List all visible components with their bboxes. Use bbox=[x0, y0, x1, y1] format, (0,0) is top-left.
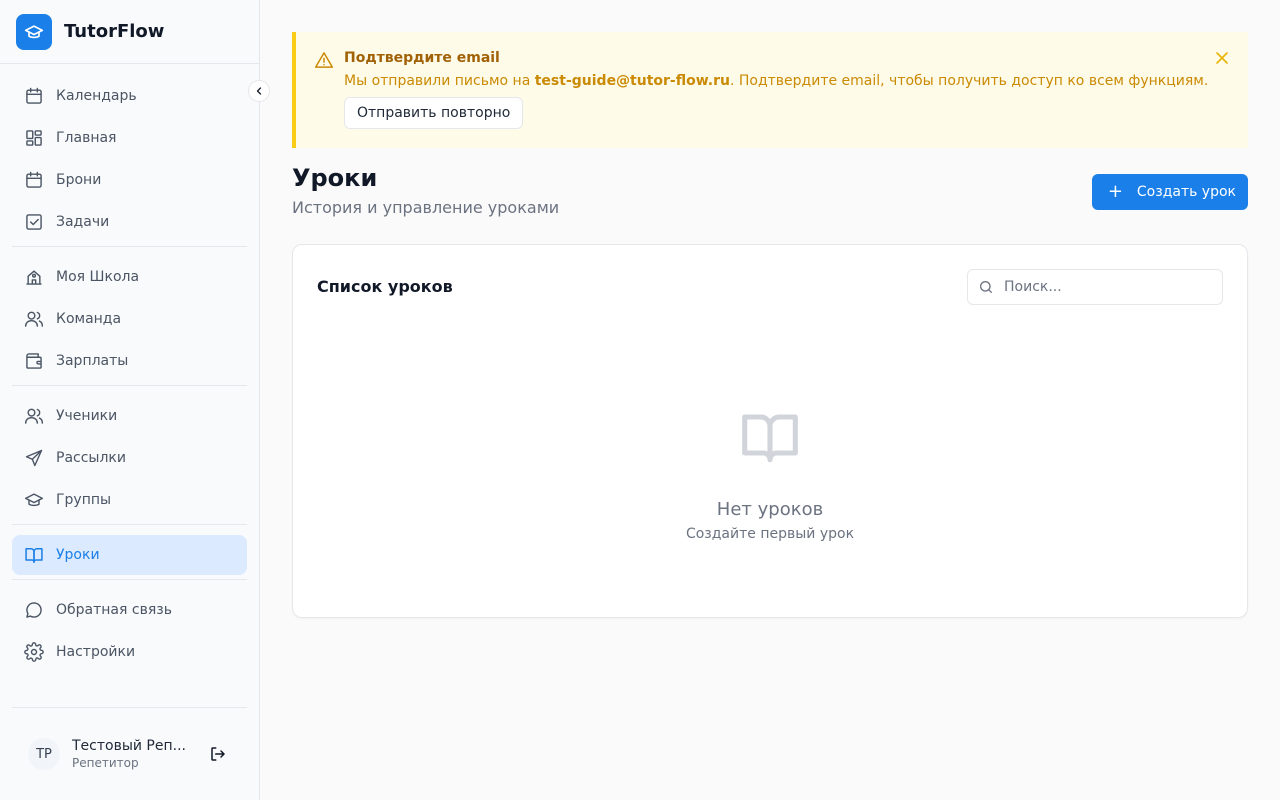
sidebar-item-label: Рассылки bbox=[56, 450, 126, 466]
avatar: ТР bbox=[28, 738, 60, 770]
sidebar-item-home[interactable]: Главная bbox=[12, 118, 247, 158]
sidebar-item-groups[interactable]: Группы bbox=[12, 480, 247, 520]
sidebar-item-label: Брони bbox=[56, 172, 102, 188]
user-name: Тестовый Реп... bbox=[72, 738, 186, 754]
sidebar-item-label: Настройки bbox=[56, 644, 136, 660]
sidebar-item-calendar[interactable]: Календарь bbox=[12, 76, 247, 116]
sidebar-item-feedback[interactable]: Обратная связь bbox=[12, 590, 247, 630]
divider bbox=[12, 246, 247, 247]
warning-icon bbox=[314, 50, 334, 74]
school-icon bbox=[24, 267, 44, 287]
book-open-icon bbox=[24, 545, 44, 565]
banner-text-before: Мы отправили письмо на bbox=[344, 73, 535, 89]
empty-state: Нет уроков Создайте первый урок bbox=[293, 405, 1247, 542]
create-lesson-button[interactable]: + Создать урок bbox=[1091, 174, 1248, 210]
sidebar-item-label: Моя Школа bbox=[56, 269, 140, 285]
search-field[interactable] bbox=[967, 269, 1223, 305]
close-banner-button[interactable] bbox=[1212, 48, 1232, 68]
banner-email: test-guide@tutor-flow.ru bbox=[534, 73, 730, 89]
sidebar-item-tasks[interactable]: Задачи bbox=[12, 202, 247, 242]
sidebar-nav: Календарь Главная Брони Задачи Моя Школа bbox=[0, 64, 259, 672]
book-open-icon bbox=[738, 405, 802, 473]
sidebar-item-label: Команда bbox=[56, 311, 122, 327]
users-icon bbox=[24, 309, 44, 329]
sidebar-item-label: Обратная связь bbox=[56, 602, 172, 618]
sidebar: TutorFlow Календарь Главная Брони Задачи bbox=[0, 0, 270, 800]
search-input[interactable] bbox=[1004, 279, 1204, 295]
banner-text: Мы отправили письмо на test-guide@tutor-… bbox=[344, 73, 1208, 89]
email-verification-banner: Подтвердите email Мы отправили письмо на… bbox=[292, 32, 1248, 148]
user-profile[interactable]: ТР Тестовый Реп... Репетитор bbox=[12, 707, 247, 800]
calendar-icon bbox=[24, 170, 44, 190]
banner-text-after: . Подтвердите email, чтобы получить дост… bbox=[729, 73, 1209, 89]
sidebar-item-label: Задачи bbox=[56, 214, 110, 230]
plus-icon: + bbox=[1107, 181, 1123, 202]
sidebar-item-label: Главная bbox=[56, 130, 117, 146]
user-role: Репетитор bbox=[72, 756, 139, 770]
lessons-card: Список уроков Нет уроков Создайте первый… bbox=[292, 244, 1248, 618]
dashboard-icon bbox=[24, 128, 44, 148]
sidebar-item-label: Календарь bbox=[56, 88, 137, 104]
calendar-icon bbox=[24, 86, 44, 106]
logout-button[interactable] bbox=[208, 744, 228, 764]
divider bbox=[12, 385, 247, 386]
gear-icon bbox=[24, 642, 44, 662]
main-content: Подтвердите email Мы отправили письмо на… bbox=[292, 32, 1248, 618]
sidebar-item-team[interactable]: Команда bbox=[12, 299, 247, 339]
page-header: Уроки История и управление уроками + Соз… bbox=[292, 148, 1248, 244]
sidebar-item-lessons[interactable]: Уроки bbox=[12, 535, 247, 575]
search-icon bbox=[980, 281, 992, 293]
graduation-cap-icon bbox=[24, 490, 44, 510]
resend-email-button[interactable]: Отправить повторно bbox=[344, 97, 524, 129]
user-info: Тестовый Реп... Репетитор bbox=[72, 738, 194, 770]
page-title: Уроки bbox=[292, 164, 378, 192]
sidebar-item-label: Уроки bbox=[56, 547, 100, 563]
lessons-card-title: Список уроков bbox=[317, 277, 453, 296]
create-lesson-label: Создать урок bbox=[1136, 184, 1236, 200]
divider bbox=[12, 524, 247, 525]
sidebar-item-bookings[interactable]: Брони bbox=[12, 160, 247, 200]
empty-state-subtitle: Создайте первый урок bbox=[685, 526, 855, 542]
sidebar-item-salaries[interactable]: Зарплаты bbox=[12, 341, 247, 381]
collapse-sidebar-button[interactable] bbox=[248, 80, 270, 102]
empty-state-title: Нет уроков bbox=[716, 499, 824, 520]
checkbox-icon bbox=[24, 212, 44, 232]
graduation-cap-icon bbox=[16, 13, 52, 50]
divider bbox=[12, 579, 247, 580]
page-subtitle: История и управление уроками bbox=[292, 198, 560, 217]
chevron-left-icon bbox=[256, 87, 262, 95]
wallet-icon bbox=[24, 351, 44, 371]
message-icon bbox=[24, 600, 44, 620]
logout-icon bbox=[211, 747, 225, 761]
sidebar-item-label: Ученики bbox=[56, 408, 118, 424]
brand-name: TutorFlow bbox=[64, 21, 165, 42]
banner-title: Подтвердите email bbox=[344, 50, 500, 66]
send-icon bbox=[24, 448, 44, 468]
sidebar-item-label: Группы bbox=[56, 492, 112, 508]
sidebar-item-mailings[interactable]: Рассылки bbox=[12, 438, 247, 478]
sidebar-item-my-school[interactable]: Моя Школа bbox=[12, 257, 247, 297]
sidebar-item-settings[interactable]: Настройки bbox=[12, 632, 247, 672]
sidebar-item-students[interactable]: Ученики bbox=[12, 396, 247, 436]
users-icon bbox=[24, 406, 44, 426]
brand[interactable]: TutorFlow bbox=[0, 0, 259, 64]
close-icon bbox=[1216, 52, 1228, 64]
sidebar-item-label: Зарплаты bbox=[56, 353, 129, 369]
